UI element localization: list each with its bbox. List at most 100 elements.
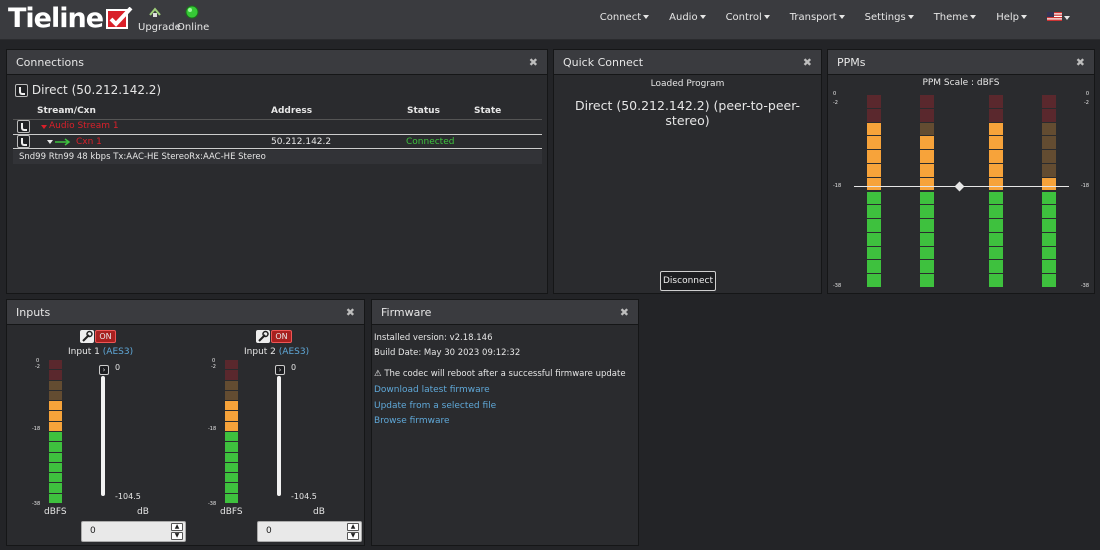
- browse-firmware-link[interactable]: Browse firmware: [374, 416, 450, 426]
- meter-segment: [920, 136, 934, 150]
- meter-tick-2: -2: [35, 364, 40, 370]
- menu-theme[interactable]: Theme: [924, 12, 987, 24]
- loaded-program-label: Loaded Program: [650, 79, 725, 89]
- meter-segment: [225, 432, 238, 442]
- meter-segment: [867, 246, 881, 260]
- meter-segment: [920, 163, 934, 177]
- close-icon[interactable]: ✖: [529, 56, 538, 69]
- stream-name: Audio Stream 1: [49, 121, 119, 131]
- meter-segment: [920, 232, 934, 246]
- close-icon[interactable]: ✖: [1076, 56, 1085, 69]
- meter-segment: [1042, 177, 1056, 191]
- tieline-logo[interactable]: Tieline: [8, 4, 133, 34]
- menu-control[interactable]: Control: [716, 12, 780, 24]
- menu-transport[interactable]: Transport: [780, 12, 855, 24]
- meter-segment: [49, 442, 62, 452]
- wrench-icon[interactable]: [80, 330, 94, 343]
- online-status: Online: [177, 5, 210, 33]
- close-icon[interactable]: ✖: [620, 306, 629, 319]
- phone-icon[interactable]: [17, 120, 30, 133]
- meter-segment: [225, 401, 238, 411]
- meter-segment: [989, 191, 1003, 205]
- language-menu[interactable]: [1037, 12, 1080, 24]
- meter-segment: [1042, 163, 1056, 177]
- fader-handle[interactable]: ›: [99, 365, 109, 375]
- meter-tick-18: -18: [208, 426, 217, 432]
- meter-segment: [1042, 246, 1056, 260]
- disconnect-button[interactable]: Disconnect: [660, 271, 716, 291]
- meter-segment: [49, 432, 62, 442]
- online-indicator-icon: [185, 5, 199, 19]
- wrench-icon[interactable]: [256, 330, 270, 343]
- chevron-up-icon[interactable]: ▲: [171, 523, 183, 531]
- phone-icon[interactable]: [17, 135, 30, 148]
- chevron-down-icon[interactable]: ▼: [347, 532, 359, 540]
- meter-segment: [225, 421, 238, 431]
- ppm-meter-3: [989, 95, 1003, 288]
- meter-segment: [867, 191, 881, 205]
- checkmark-logo-icon: [106, 7, 133, 29]
- chevron-up-icon[interactable]: ▲: [347, 523, 359, 531]
- stream-row[interactable]: Audio Stream 1: [13, 119, 542, 133]
- meter-segment: [49, 473, 62, 483]
- menu-connect[interactable]: Connect: [590, 12, 659, 24]
- input-channel-2: ON Input 2 (AES3) 0 -2 -18 -38 › 0 -104.…: [183, 300, 363, 547]
- input-meter-1: [49, 360, 62, 504]
- ppms-title: PPMs: [837, 55, 866, 69]
- meter-segment: [920, 95, 934, 108]
- meter-segment: [920, 108, 934, 122]
- ppm-reference-marker[interactable]: [954, 181, 965, 192]
- quick-connect-title: Quick Connect: [563, 55, 644, 69]
- menu-audio[interactable]: Audio: [659, 12, 715, 24]
- gain-stepper[interactable]: 0 ▲ ▼: [81, 521, 186, 542]
- meter-segment: [49, 360, 62, 370]
- input-on-toggle[interactable]: ON: [271, 330, 292, 343]
- col-status: Status: [407, 106, 440, 116]
- meter-segment: [867, 232, 881, 246]
- input-source-link[interactable]: (AES3): [103, 347, 133, 357]
- warning-icon: ⚠: [374, 369, 382, 379]
- meter-segment: [867, 150, 881, 163]
- fader-track[interactable]: [101, 376, 105, 496]
- meter-segment: [225, 452, 238, 462]
- input-source-link[interactable]: (AES3): [279, 347, 309, 357]
- meter-tick-38: -38: [208, 501, 217, 507]
- input-channel-1: ON Input 1 (AES3) 0 -2 -18 -38 › 0 -104.…: [7, 300, 187, 547]
- meter-segment: [920, 219, 934, 232]
- input-label: Input 2 (AES3): [244, 347, 309, 357]
- ppm-tick-38-right: -38: [1080, 283, 1089, 289]
- meter-segment: [989, 246, 1003, 260]
- ppm-scale-label: PPM Scale : dBFS: [922, 78, 1000, 88]
- download-firmware-link[interactable]: Download latest firmware: [374, 385, 490, 395]
- meter-segment: [225, 493, 238, 503]
- meter-segment: [49, 380, 62, 390]
- chevron-down-icon[interactable]: [47, 140, 53, 144]
- meter-segment: [867, 122, 881, 136]
- meter-segment: [225, 483, 238, 493]
- menu-help[interactable]: Help: [986, 12, 1037, 24]
- close-icon[interactable]: ✖: [803, 56, 812, 69]
- ppm-tick-18-right: -18: [1080, 183, 1089, 189]
- fader-max: 0: [291, 363, 297, 372]
- ppm-meter-4: [1042, 95, 1056, 288]
- chevron-down-icon[interactable]: ▼: [171, 532, 183, 540]
- input-on-toggle[interactable]: ON: [95, 330, 116, 343]
- meter-segment: [867, 136, 881, 150]
- online-label: Online: [177, 22, 210, 33]
- upgrade-button[interactable]: Upgrade: [138, 5, 181, 33]
- meter-segment: [920, 177, 934, 191]
- meter-segment: [867, 219, 881, 232]
- fader-track[interactable]: [277, 376, 281, 496]
- units-dbfs: dBFS: [220, 507, 243, 517]
- menu-settings[interactable]: Settings: [855, 12, 924, 24]
- program-name: Direct (50.212.142.2): [31, 83, 162, 97]
- cxn-row[interactable]: Cxn 1 50.212.142.2 Connected: [13, 134, 542, 149]
- meter-segment: [867, 205, 881, 219]
- meter-segment: [1042, 191, 1056, 205]
- gain-stepper[interactable]: 0 ▲ ▼: [257, 521, 362, 542]
- firmware-header: Firmware ✖: [372, 300, 638, 325]
- update-from-file-link[interactable]: Update from a selected file: [374, 401, 496, 411]
- meter-segment: [225, 390, 238, 401]
- fader-handle[interactable]: ›: [275, 365, 285, 375]
- chevron-down-icon[interactable]: [41, 125, 47, 129]
